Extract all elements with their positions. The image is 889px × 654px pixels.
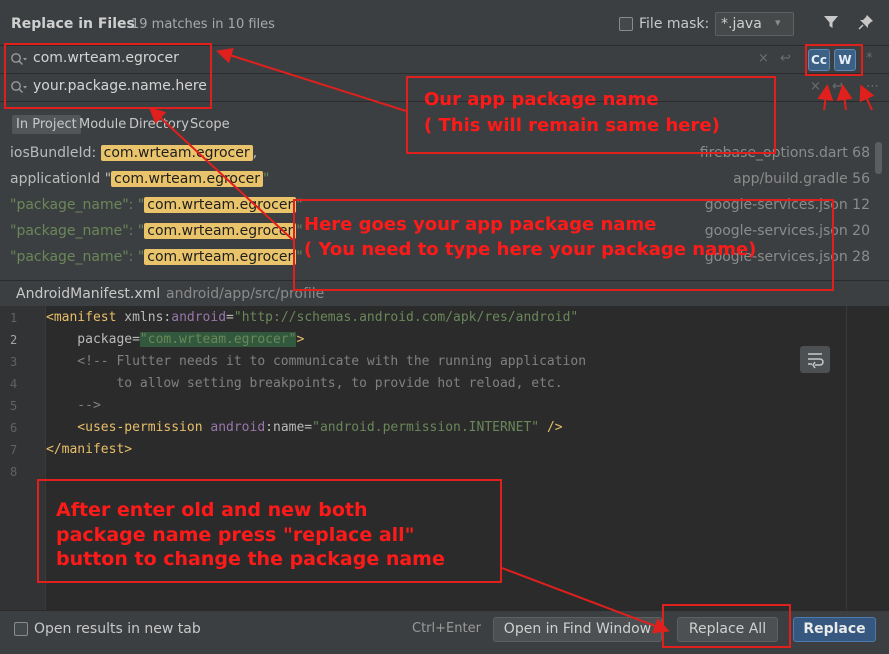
line-number: 2 — [10, 333, 18, 347]
preview-file-name: AndroidManifest.xml — [16, 286, 161, 302]
code-line: </manifest> — [46, 442, 133, 457]
tab-in-project[interactable]: In Project — [12, 115, 81, 134]
result-row[interactable]: applicationId " com.wrteam.egrocer " app/b… — [0, 167, 880, 193]
open-in-find-window-button[interactable]: Open in Find Window — [493, 617, 662, 642]
match-count: 19 matches in 10 files — [131, 17, 275, 32]
code-line: --> — [46, 398, 101, 413]
chevron-down-icon[interactable]: ▾ — [775, 16, 781, 29]
tab-module[interactable]: Module — [75, 115, 130, 134]
annotation-text: ( This will remain same here) — [424, 115, 720, 136]
annotation-text: After enter old and new both — [56, 499, 368, 521]
result-prefix: "package_name": " — [10, 249, 145, 265]
result-prefix: iosBundleId: — [10, 145, 101, 161]
shortcut-hint: Ctrl+Enter — [412, 621, 481, 636]
more-options-icon[interactable]: ⋯ — [866, 79, 879, 94]
open-new-tab-checkbox[interactable] — [14, 622, 28, 636]
result-match: com.wrteam.egrocer — [144, 223, 297, 239]
regex-icon[interactable]: * — [866, 51, 873, 66]
replace-button[interactable]: Replace — [793, 617, 876, 642]
code-line: package="com.wrteam.egrocer"> — [46, 332, 304, 347]
result-prefix: "package_name": " — [10, 197, 145, 213]
code-token: /> — [539, 420, 563, 435]
tab-directory[interactable]: Directory — [125, 115, 193, 134]
code-token: "http://schemas.android.com/apk/res/andr… — [233, 310, 579, 325]
result-match: com.wrteam.egrocer — [100, 145, 253, 161]
file-mask-value: *.java — [721, 16, 762, 32]
annotation-text: Here goes your app package name — [304, 214, 657, 235]
line-number: 3 — [10, 355, 18, 369]
line-number: 7 — [10, 443, 18, 457]
result-match: com.wrteam.egrocer — [144, 249, 297, 265]
clear-replace-icon[interactable]: × — [810, 79, 821, 94]
annotation-text: Our app package name — [424, 89, 659, 110]
code-token: android — [210, 420, 266, 435]
line-number: 5 — [10, 399, 18, 413]
code-token: <uses-permission — [46, 420, 211, 435]
newline-icon[interactable]: ↩ — [780, 51, 791, 66]
line-number: 4 — [10, 377, 18, 391]
wrap-icon — [808, 353, 824, 369]
code-line: <uses-permission android:name="android.p… — [46, 420, 563, 435]
dialog-title: Replace in Files — [11, 16, 135, 32]
file-mask-checkbox[interactable] — [619, 17, 633, 31]
annotation-text: button to change the package name — [56, 548, 445, 570]
result-suffix: " — [263, 171, 270, 187]
pin-icon[interactable] — [858, 14, 874, 34]
line-number: 6 — [10, 421, 18, 435]
code-line: <!-- Flutter needs it to communicate wit… — [46, 354, 587, 369]
open-new-tab-label: Open results in new tab — [34, 621, 201, 637]
code-token: > — [296, 332, 305, 347]
clear-find-icon[interactable]: × — [758, 51, 769, 66]
results-scrollbar[interactable] — [875, 142, 882, 174]
code-line: to allow setting breakpoints, to provide… — [46, 376, 563, 391]
code-line: <manifest xmlns:android="http://schemas.… — [46, 310, 578, 325]
result-prefix: "package_name": " — [10, 223, 145, 239]
file-mask-label: File mask: — [639, 16, 710, 32]
preserve-case-icon[interactable]: ↩ — [832, 79, 843, 94]
result-prefix: applicationId " — [10, 171, 112, 187]
code-token: <manifest — [46, 310, 117, 325]
filter-icon[interactable] — [823, 14, 839, 34]
code-token: package= — [46, 332, 140, 347]
result-match: com.wrteam.egrocer — [111, 171, 264, 187]
code-match-highlight: "com.wrteam.egrocer" — [139, 332, 297, 347]
annotation-box-replace-all — [662, 604, 791, 648]
annotation-text: ( You need to type here your package nam… — [304, 239, 757, 260]
result-file: app/build.gradle 56 — [733, 171, 870, 187]
line-number: 8 — [10, 465, 18, 479]
result-match: com.wrteam.egrocer — [144, 197, 297, 213]
result-suffix: , — [252, 145, 258, 161]
code-token: :name= — [265, 420, 313, 435]
code-token: = — [226, 310, 234, 325]
soft-wrap-button[interactable] — [800, 346, 830, 373]
line-number: 1 — [10, 311, 18, 325]
right-margin-line — [846, 306, 847, 610]
code-token: xmlns: — [116, 310, 172, 325]
tab-scope[interactable]: Scope — [186, 115, 234, 134]
annotation-box-options — [805, 44, 863, 76]
code-token: "android.permission.INTERNET" — [312, 420, 540, 435]
annotation-text: package name press "replace all" — [56, 524, 415, 546]
code-token: android — [171, 310, 227, 325]
annotation-box-find — [4, 43, 212, 109]
